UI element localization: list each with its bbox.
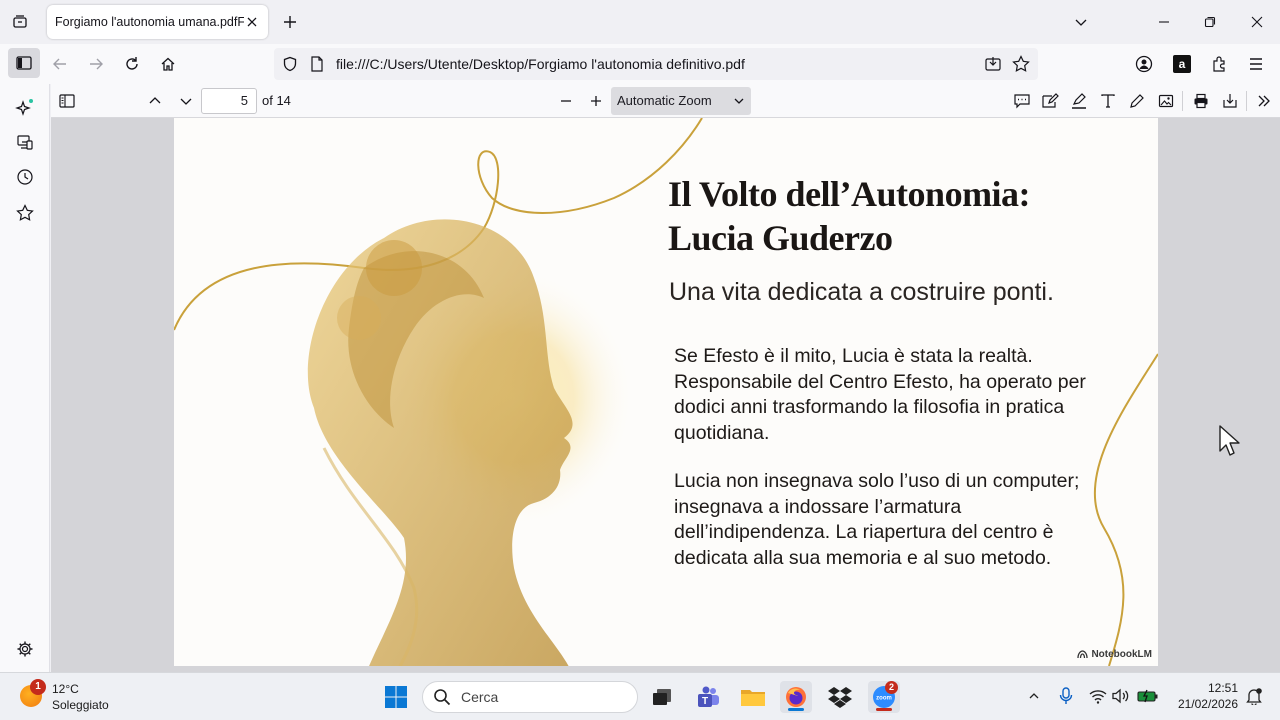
settings-gear-icon[interactable] [13,637,37,661]
slide-title-line-2: Lucia Guderzo [668,218,893,258]
download-icon[interactable] [1218,89,1242,113]
new-tab-icon[interactable] [278,10,302,34]
tray-overflow-chevron-up-icon[interactable] [1023,685,1045,707]
zoom-in-icon[interactable] [584,89,608,113]
sidebar-toggle-button[interactable] [8,48,40,78]
search-placeholder: Cerca [461,689,499,705]
close-tab-icon[interactable] [244,14,260,30]
draw-pen-icon[interactable] [1125,89,1149,113]
dropbox-icon[interactable] [824,681,856,713]
home-icon[interactable] [154,50,182,78]
sign-icon[interactable] [1038,89,1062,113]
url-bar[interactable]: file:///C:/Users/Utente/Desktop/Forgiamo… [274,48,1038,80]
pdf-toolbar: 5 of 14 Automatic Zoom [51,84,1280,118]
woman-profile-illustration [307,219,634,666]
battery-charging-icon[interactable] [1137,685,1159,707]
mouse-cursor-icon [1219,425,1241,457]
wifi-icon[interactable] [1087,685,1109,707]
zoom-select[interactable]: Automatic Zoom [611,87,751,115]
svg-text:a: a [1179,57,1186,71]
pdf-viewer-area[interactable]: Il Volto dell’Autonomia: Lucia Guderzo U… [51,118,1280,672]
bookmarks-star-icon[interactable] [13,201,37,225]
microphone-icon[interactable] [1055,685,1077,707]
toolbar-separator [1246,91,1247,111]
more-tools-double-chevron-icon[interactable] [1252,89,1276,113]
print-icon[interactable] [1189,89,1213,113]
restore-icon[interactable] [1198,10,1222,34]
reload-icon[interactable] [118,50,146,78]
zoom-app-icon[interactable]: zoom 2 [868,681,900,713]
synced-tabs-icon[interactable] [13,130,37,154]
tab-strip: Forgiamo l'autonomia umana.pdfFo [0,0,1280,44]
active-tab[interactable]: Forgiamo l'autonomia umana.pdfFo [47,5,268,39]
account-icon[interactable] [1130,50,1158,78]
bookmark-star-icon[interactable] [1012,55,1030,73]
slide-subtitle: Una vita dedicata a costruire ponti. [669,278,1054,306]
file-explorer-folder-icon[interactable] [737,681,769,713]
search-icon [433,688,451,706]
slide-title-line-1: Il Volto dell’Autonomia: [668,174,1031,214]
minimize-icon[interactable] [1152,10,1176,34]
history-clock-icon[interactable] [13,165,37,189]
notebooklm-logo-icon [1077,650,1089,659]
clock-date[interactable]: 21/02/2026 [1170,697,1238,711]
teams-icon[interactable]: T [692,681,724,713]
menu-hamburger-icon[interactable] [1242,50,1270,78]
toolbar-separator [1182,91,1183,111]
weather-temperature[interactable]: 12°C [52,682,79,696]
chevron-down-icon [733,95,745,107]
windows-start-icon[interactable] [380,681,412,713]
pdf-sidebar-toggle-icon[interactable] [55,89,79,113]
close-window-icon[interactable] [1245,10,1269,34]
slide-title: Il Volto dell’Autonomia: Lucia Guderzo [668,172,1031,260]
slide-paragraph-1: Se Efesto è il mito, Lucia è stata la re… [674,345,1086,444]
firefox-taskbar-icon[interactable] [780,681,812,713]
amazon-extension-icon[interactable]: a [1168,50,1196,78]
browser-sidebar [0,84,50,672]
volume-icon[interactable] [1109,685,1131,707]
previous-page-chevron-up-icon[interactable] [143,89,167,113]
tab-list-icon[interactable] [8,10,32,34]
slide-paragraph-2: Lucia non insegnava solo l’uso di un com… [674,470,1080,569]
comment-icon[interactable] [1010,89,1034,113]
page-icon [310,56,324,72]
navigation-bar: file:///C:/Users/Utente/Desktop/Forgiamo… [0,44,1280,84]
forward-arrow-icon[interactable] [82,50,110,78]
active-app-indicator [788,708,804,711]
page-number-input[interactable]: 5 [201,88,257,114]
zoom-running-indicator [876,708,892,711]
page-count-label: of 14 [262,93,291,108]
url-text: file:///C:/Users/Utente/Desktop/Forgiamo… [336,56,745,72]
highlight-icon[interactable] [1067,89,1091,113]
save-to-pocket-icon[interactable] [984,55,1002,73]
svg-text:zoom: zoom [876,696,892,702]
tab-title: Forgiamo l'autonomia umana.pdfFo [55,15,244,29]
windows-taskbar: 1 12°C Soleggiato Cerca T zoom 2 12:51 2… [0,672,1280,720]
notebooklm-badge: NotebookLM [1077,649,1152,660]
weather-notification-badge: 1 [30,679,46,695]
zoom-out-icon[interactable] [554,89,578,113]
svg-text:T: T [702,696,708,707]
next-page-chevron-down-icon[interactable] [174,89,198,113]
ai-sparkle-icon[interactable] [13,96,37,120]
task-view-icon[interactable] [646,681,678,713]
zoom-notification-badge: 2 [885,681,898,694]
notebooklm-badge-label: NotebookLM [1091,649,1152,660]
text-tool-icon[interactable] [1096,89,1120,113]
clock-time[interactable]: 12:51 [1188,681,1238,695]
back-arrow-icon[interactable] [46,50,74,78]
image-tool-icon[interactable] [1154,89,1178,113]
taskbar-search-box[interactable]: Cerca [422,681,638,713]
extensions-puzzle-icon[interactable] [1206,50,1234,78]
shield-icon[interactable] [282,56,298,72]
pdf-page: Il Volto dell’Autonomia: Lucia Guderzo U… [174,118,1158,666]
tab-overflow-chevron-icon[interactable] [1069,10,1093,34]
zoom-select-value: Automatic Zoom [617,93,712,108]
weather-description[interactable]: Soleggiato [52,698,109,712]
notification-bell-icon[interactable] [1243,685,1265,707]
